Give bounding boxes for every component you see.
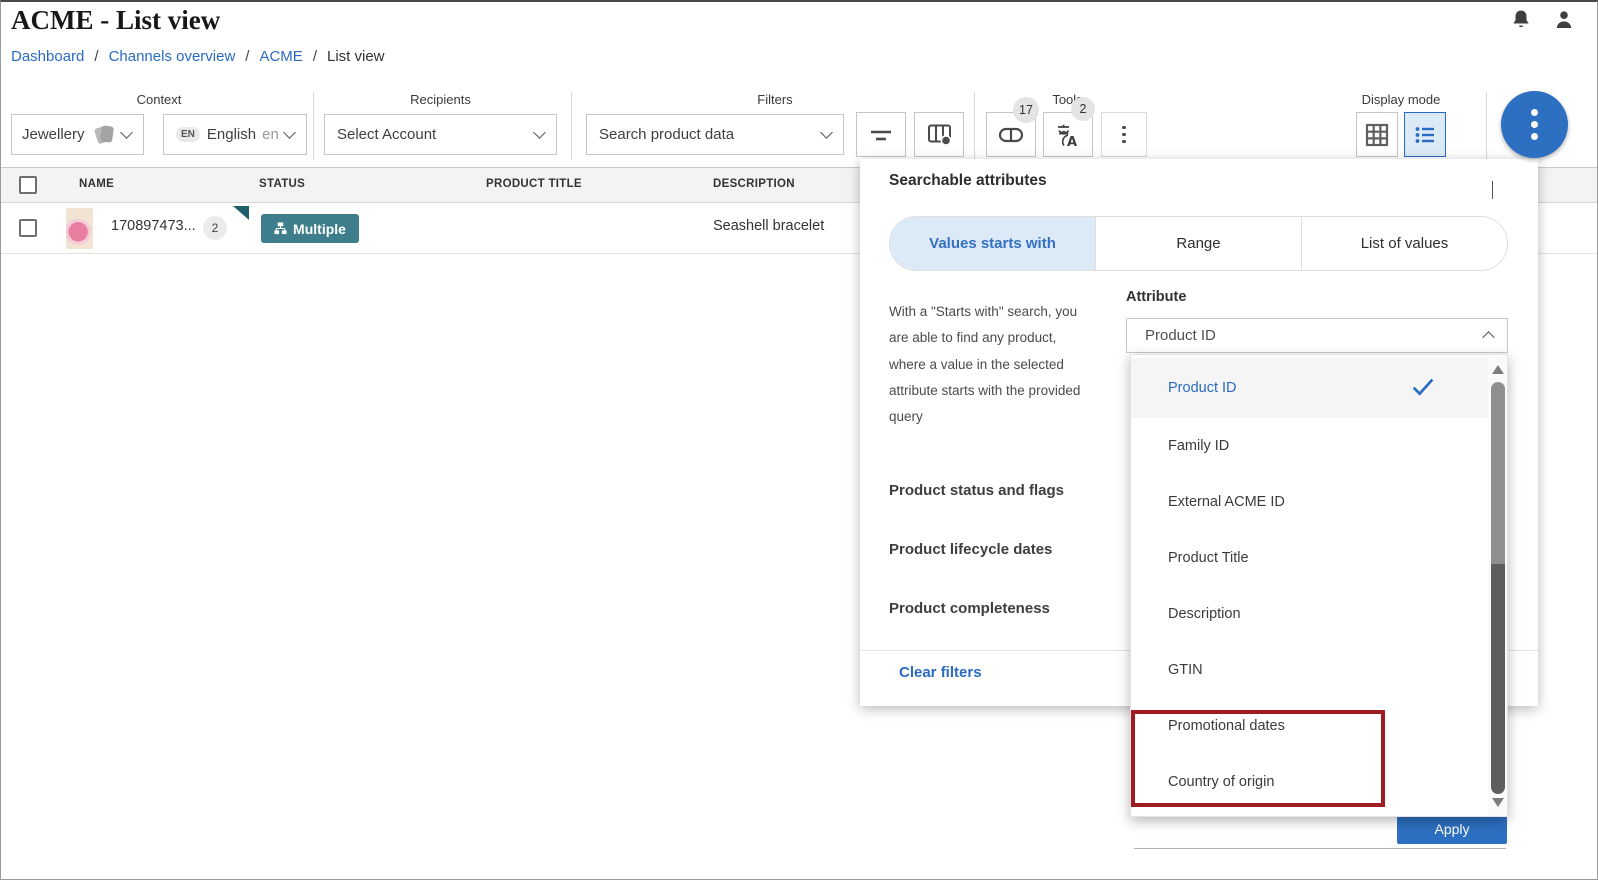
section-product-status-and-flags[interactable]: Product status and flags <box>889 482 1064 499</box>
section-product-lifecycle-dates[interactable]: Product lifecycle dates <box>889 541 1052 558</box>
svg-text:A: A <box>1067 135 1077 149</box>
clear-filters-link[interactable]: Clear filters <box>899 664 982 681</box>
page-title: ACME - List view <box>11 5 220 36</box>
more-tools-button[interactable] <box>1101 112 1147 157</box>
kebab-menu-icon <box>1122 126 1126 144</box>
dropdown-scrollbar[interactable] <box>1488 356 1507 816</box>
chevron-up-icon <box>1482 331 1495 344</box>
recipients-account-select[interactable]: Select Account <box>324 114 557 155</box>
query-input-underline <box>1134 848 1506 849</box>
filters-group-label: Filters <box>586 92 964 107</box>
column-settings-button[interactable] <box>914 112 964 157</box>
product-name: 170897473... <box>111 218 196 234</box>
translate-icon: A <box>1054 121 1082 149</box>
account-placeholder: Select Account <box>337 126 436 143</box>
column-header-status[interactable]: STATUS <box>259 178 305 190</box>
grid-view-button[interactable] <box>1356 112 1398 157</box>
panel-title: Searchable attributes <box>889 172 1047 190</box>
context-group-label: Context <box>11 92 307 107</box>
scrollbar-thumb-lower[interactable] <box>1491 564 1505 794</box>
dropdown-item-product-id[interactable]: Product ID <box>1131 358 1488 418</box>
chevron-down-icon <box>283 126 296 139</box>
corner-flag-icon <box>233 206 249 220</box>
column-header-product-title[interactable]: PRODUCT TITLE <box>486 178 582 190</box>
column-settings-icon <box>926 121 953 148</box>
product-thumbnail <box>66 208 93 249</box>
breadcrumb-current: List view <box>327 48 385 65</box>
toolbar-divider <box>571 92 572 160</box>
attribute-select-value: Product ID <box>1145 327 1216 344</box>
breadcrumb-acme[interactable]: ACME <box>259 48 302 65</box>
status-chip: Multiple <box>261 214 359 243</box>
tab-range[interactable]: Range <box>1096 217 1302 270</box>
link-capsule-icon <box>997 122 1025 148</box>
recipients-group-label: Recipients <box>324 92 557 107</box>
attribute-select[interactable]: Product ID <box>1126 318 1508 353</box>
scrollbar-thumb-upper[interactable] <box>1491 382 1505 564</box>
jewellery-channel-icon <box>95 125 114 145</box>
toolbar-divider <box>1486 92 1487 160</box>
row-checkbox[interactable] <box>19 219 37 237</box>
column-header-description[interactable]: DESCRIPTION <box>713 178 795 190</box>
app-window: ACME - List view Dashboard / Channels ov… <box>0 0 1598 880</box>
user-profile-icon[interactable] <box>1552 8 1576 32</box>
language-suffix: en <box>262 126 279 143</box>
panel-collapse-button[interactable] <box>1492 181 1493 199</box>
list-view-button[interactable] <box>1404 112 1446 157</box>
apply-button[interactable]: Apply <box>1397 814 1507 844</box>
dropdown-item-external-acme-id[interactable]: External ACME ID <box>1131 474 1488 530</box>
filter-button[interactable] <box>856 112 906 157</box>
dropdown-item-gtin[interactable]: GTIN <box>1131 642 1488 698</box>
link-tool-badge: 17 <box>1013 97 1039 123</box>
language-code-badge: EN <box>176 127 200 142</box>
chevron-down-icon <box>820 126 833 139</box>
starts-with-description: With a "Starts with" search, you are abl… <box>889 299 1129 430</box>
chevron-down-icon <box>533 126 546 139</box>
attribute-dropdown: Product ID Family ID External ACME ID Pr… <box>1130 354 1508 817</box>
channel-select[interactable]: Jewellery <box>11 114 144 155</box>
language-value: English <box>207 126 256 143</box>
fab-actions-button[interactable] <box>1501 91 1568 158</box>
dropdown-item-product-title[interactable]: Product Title <box>1131 530 1488 586</box>
chevron-up-icon <box>1492 181 1493 199</box>
channel-value: Jewellery <box>22 126 85 143</box>
list-view-icon <box>1412 122 1438 148</box>
status-chip-label: Multiple <box>293 221 346 237</box>
checkmark-icon <box>1411 375 1435 399</box>
breadcrumb-separator: / <box>94 48 98 65</box>
toolbar-divider <box>974 92 975 160</box>
hierarchy-icon <box>274 222 287 235</box>
product-description: Seashell bracelet <box>713 218 824 234</box>
tab-values-starts-with[interactable]: Values starts with <box>890 217 1096 270</box>
scroll-up-arrow-icon[interactable] <box>1492 365 1504 374</box>
filter-icon <box>868 122 894 148</box>
chevron-down-icon <box>120 126 133 139</box>
breadcrumb-dashboard[interactable]: Dashboard <box>11 48 84 65</box>
breadcrumb: Dashboard / Channels overview / ACME / L… <box>11 48 385 65</box>
dropdown-item-family-id[interactable]: Family ID <box>1131 418 1488 474</box>
translate-tool-badge: 2 <box>1071 97 1095 121</box>
breadcrumb-separator: / <box>245 48 249 65</box>
search-placeholder: Search product data <box>599 126 734 143</box>
attribute-label: Attribute <box>1126 289 1186 305</box>
tab-list-of-values[interactable]: List of values <box>1302 217 1507 270</box>
grid-view-icon <box>1364 122 1390 148</box>
dropdown-item-country-of-origin[interactable]: Country of origin <box>1131 754 1488 810</box>
language-select[interactable]: EN English en <box>163 114 307 155</box>
search-mode-tabs: Values starts with Range List of values <box>889 216 1508 271</box>
dropdown-item-description[interactable]: Description <box>1131 586 1488 642</box>
dropdown-item-promotional-dates[interactable]: Promotional dates <box>1131 698 1488 754</box>
breadcrumb-separator: / <box>313 48 317 65</box>
breadcrumb-channels-overview[interactable]: Channels overview <box>109 48 236 65</box>
select-all-checkbox[interactable] <box>19 176 37 194</box>
scroll-down-arrow-icon[interactable] <box>1492 798 1504 807</box>
toolbar-divider <box>313 92 314 160</box>
variant-count-badge: 2 <box>203 216 227 240</box>
search-product-data-select[interactable]: Search product data <box>586 114 844 155</box>
section-product-completeness[interactable]: Product completeness <box>889 600 1050 617</box>
display-mode-group-label: Display mode <box>1321 92 1481 107</box>
tools-group-label: Tools <box>986 92 1149 107</box>
notification-bell-icon[interactable] <box>1509 8 1533 32</box>
column-header-name[interactable]: NAME <box>79 178 114 190</box>
